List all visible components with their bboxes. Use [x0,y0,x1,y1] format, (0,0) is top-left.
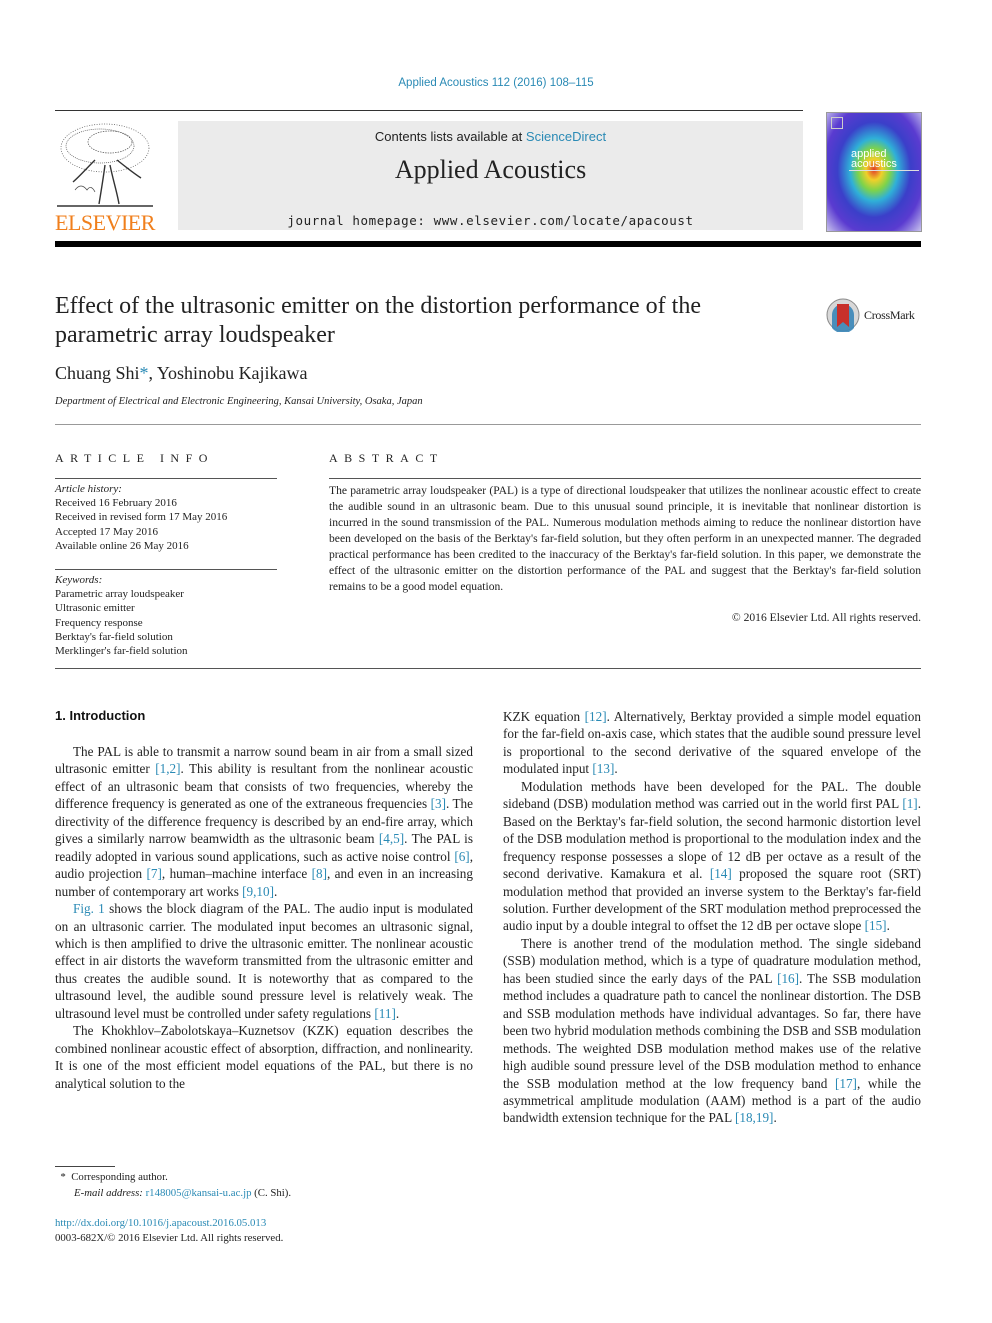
reference-link[interactable]: [9,10] [242,884,274,899]
keyword-item: Frequency response [55,616,143,629]
reference-link[interactable]: [6] [454,849,469,864]
crossmark-button[interactable]: CrossMark [826,298,915,336]
email-label: E-mail address: [74,1186,143,1199]
abstract-copyright: © 2016 Elsevier Ltd. All rights reserved… [731,611,921,624]
journal-name: Applied Acoustics [394,155,587,184]
email-suffix: (C. Shi). [251,1186,292,1199]
body-paragraph: Fig. 1 shows the block diagram of the PA… [55,900,473,1022]
abstract-heading: ABSTRACT [329,451,444,465]
history-item: Available online 26 May 2016 [55,539,189,552]
paragraph-text: The Khokhlov–Zabolotskaya–Kuznetsov (KZK… [55,1023,473,1091]
elsevier-logo-text: ELSEVIER [55,210,155,235]
paragraph-text: . [395,1005,400,1021]
doi-block: http://dx.doi.org/10.1016/j.apacoust.201… [55,1216,283,1246]
contents-line: Contents lists available at ScienceDirec… [178,129,803,144]
reference-link[interactable]: [14] [710,866,732,881]
corresponding-author-note: Corresponding author. [71,1171,168,1183]
author-name[interactable]: Yoshinobu Kajikawa [157,363,308,383]
reference-link[interactable]: [3] [431,796,446,811]
author-name[interactable]: Chuang Shi [55,363,140,383]
contents-prefix: Contents lists available at [374,129,526,144]
keyword-item: Berktay's far-field solution [55,630,173,643]
article-history-label: Article history: [55,483,122,495]
paragraph-text: KZK equation [503,709,585,724]
keyword-item: Ultrasonic emitter [55,602,135,615]
cover-rule [849,170,919,171]
paragraph-text: Modulation methods have been developed f… [503,778,921,812]
article-title: Effect of the ultrasonic emitter on the … [55,293,701,348]
issn-copyright: 0003-682X/© 2016 Elsevier Ltd. All right… [55,1232,284,1244]
footnote: * Corresponding author. E-mail address: … [55,1170,291,1202]
reference-link[interactable]: [7] [147,866,162,881]
cover-elsevier-mark-icon [831,117,843,129]
reference-link[interactable]: [8] [312,866,327,881]
article-history: Article history: Received 16 February 20… [55,482,277,553]
reference-link[interactable]: [13] [592,761,614,776]
paragraph-text: shows the block diagram of the PAL. The … [55,901,474,1021]
history-item: Received in revised form 17 May 2016 [55,511,228,524]
journal-cover-image: applied acoustics [826,112,922,232]
paragraph-text: , human–machine interface [161,866,312,882]
reference-link[interactable]: [15] [865,918,887,933]
journal-homepage-link[interactable]: journal homepage: www.elsevier.com/locat… [178,213,803,228]
body-column-right: KZK equation [12]. Alternatively, Berkta… [503,708,921,1127]
history-item: Received 16 February 2016 [55,497,177,510]
divider [329,478,921,479]
paragraph-text: . [614,761,618,777]
author-list: Chuang Shi*, Yoshinobu Kajikawa [55,363,308,384]
keywords: Keywords: Parametric array loudspeaker U… [55,573,277,658]
footnote-rule [55,1166,115,1167]
footnote-marker: * [60,1171,66,1183]
article-info-heading: ARTICLE INFO [55,451,214,465]
divider [55,569,277,570]
corresponding-author-marker[interactable]: * [140,363,149,383]
reference-link[interactable]: [17] [835,1076,857,1091]
history-item: Accepted 17 May 2016 [55,525,158,538]
reference-link[interactable]: [11] [374,1006,395,1021]
paragraph-text: . [886,918,890,934]
journal-citation-link[interactable]: Applied Acoustics 112 (2016) 108–115 [0,77,992,89]
header-thick-rule [55,241,921,247]
body-column-left: The PAL is able to transmit a narrow sou… [55,743,473,1092]
crossmark-label: CrossMark [864,308,915,322]
reference-link[interactable]: [18,19] [735,1110,773,1125]
doi-link[interactable]: http://dx.doi.org/10.1016/j.apacoust.201… [55,1216,283,1231]
reference-link[interactable]: Fig. 1 [73,901,105,916]
section-heading: 1. Introduction [55,708,146,723]
divider [55,424,921,425]
journal-masthead: Contents lists available at ScienceDirec… [178,121,803,230]
cover-title-line2: acoustics [851,158,897,170]
body-paragraph: There is another trend of the modulation… [503,935,921,1127]
keywords-label: Keywords: [55,574,103,586]
header-rule [55,110,803,111]
divider [55,668,921,669]
paragraph-text: . The SSB modulation method includes a q… [503,970,921,1091]
author-separator: , [148,363,157,383]
email-link[interactable]: r148005@kansai-u.ac.jp [146,1187,252,1199]
body-paragraph: KZK equation [12]. Alternatively, Berkta… [503,708,921,778]
body-paragraph: The Khokhlov–Zabolotskaya–Kuznetsov (KZK… [55,1022,473,1092]
keyword-item: Merklinger's far-field solution [55,645,188,658]
keyword-item: Parametric array loudspeaker [55,588,184,601]
paragraph-text: . [773,1110,777,1126]
reference-link[interactable]: [1,2] [155,761,180,776]
reference-link[interactable]: [16] [777,971,799,986]
reference-link[interactable]: [1] [902,796,917,811]
affiliation: Department of Electrical and Electronic … [55,396,423,407]
paragraph-text: . [274,883,278,899]
body-paragraph: The PAL is able to transmit a narrow sou… [55,743,473,900]
body-paragraph: Modulation methods have been developed f… [503,778,921,935]
reference-link[interactable]: [12] [585,709,607,724]
sciencedirect-link[interactable]: ScienceDirect [526,129,606,144]
divider [55,478,277,479]
abstract-text: The parametric array loudspeaker (PAL) i… [329,484,921,593]
cover-title: applied acoustics [851,149,897,170]
crossmark-icon [826,298,860,334]
reference-link[interactable]: [4,5] [379,831,404,846]
